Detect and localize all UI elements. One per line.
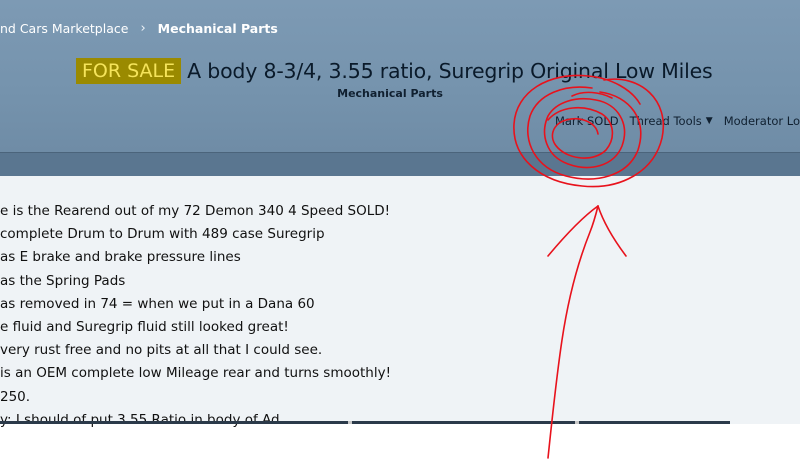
post-line: complete Drum to Drum with 489 case Sure… bbox=[0, 226, 325, 243]
thread-title: A body 8-3/4, 3.55 ratio, Suregrip Origi… bbox=[187, 59, 713, 83]
post-line: as the Spring Pads bbox=[0, 272, 126, 289]
chevron-down-icon: ▼ bbox=[705, 116, 713, 126]
thread-tools-menu[interactable]: Thread Tools ▼ bbox=[630, 114, 713, 128]
image-strip-edge bbox=[0, 421, 730, 424]
post-line: very rust free and no pits at all that I… bbox=[0, 342, 323, 359]
breadcrumb-item-mechanical-parts[interactable]: Mechanical Parts bbox=[158, 21, 278, 36]
post-line: as removed in 74 = when we put in a Dana… bbox=[0, 295, 315, 312]
mark-sold-label: Mark SOLD bbox=[554, 114, 619, 128]
post-toolbar-strip bbox=[0, 152, 800, 177]
post-text: e is the Rearend out of my 72 Demon 340 … bbox=[0, 200, 391, 432]
moderator-tools-label: Moderator Lo bbox=[723, 114, 800, 128]
post-line: is an OEM complete low Mileage rear and … bbox=[0, 365, 391, 382]
for-sale-prefix-badge: FOR SALE bbox=[76, 58, 182, 84]
post-line: e is the Rearend out of my 72 Demon 340 … bbox=[0, 203, 391, 219]
post-line: as E brake and brake pressure lines bbox=[0, 249, 241, 266]
breadcrumb: nd Cars Marketplace › Mechanical Parts bbox=[0, 19, 278, 37]
thread-tools-label: Thread Tools bbox=[629, 114, 702, 128]
breadcrumb-item-marketplace[interactable]: nd Cars Marketplace bbox=[0, 21, 128, 36]
chevron-right-icon: › bbox=[140, 20, 146, 36]
post-line: 250. bbox=[0, 388, 31, 405]
thread-title-row: FOR SALE A body 8-3/4, 3.55 ratio, Sureg… bbox=[76, 56, 713, 86]
forum-name[interactable]: Mechanical Parts bbox=[0, 87, 780, 100]
mark-sold-button[interactable]: Mark SOLD bbox=[555, 114, 619, 128]
moderator-tools-menu[interactable]: Moderator Lo bbox=[724, 114, 800, 128]
thread-tools-bar: Mark SOLD Thread Tools ▼ Moderator Lo bbox=[555, 113, 800, 129]
post-line: e fluid and Suregrip fluid still looked … bbox=[0, 318, 289, 335]
